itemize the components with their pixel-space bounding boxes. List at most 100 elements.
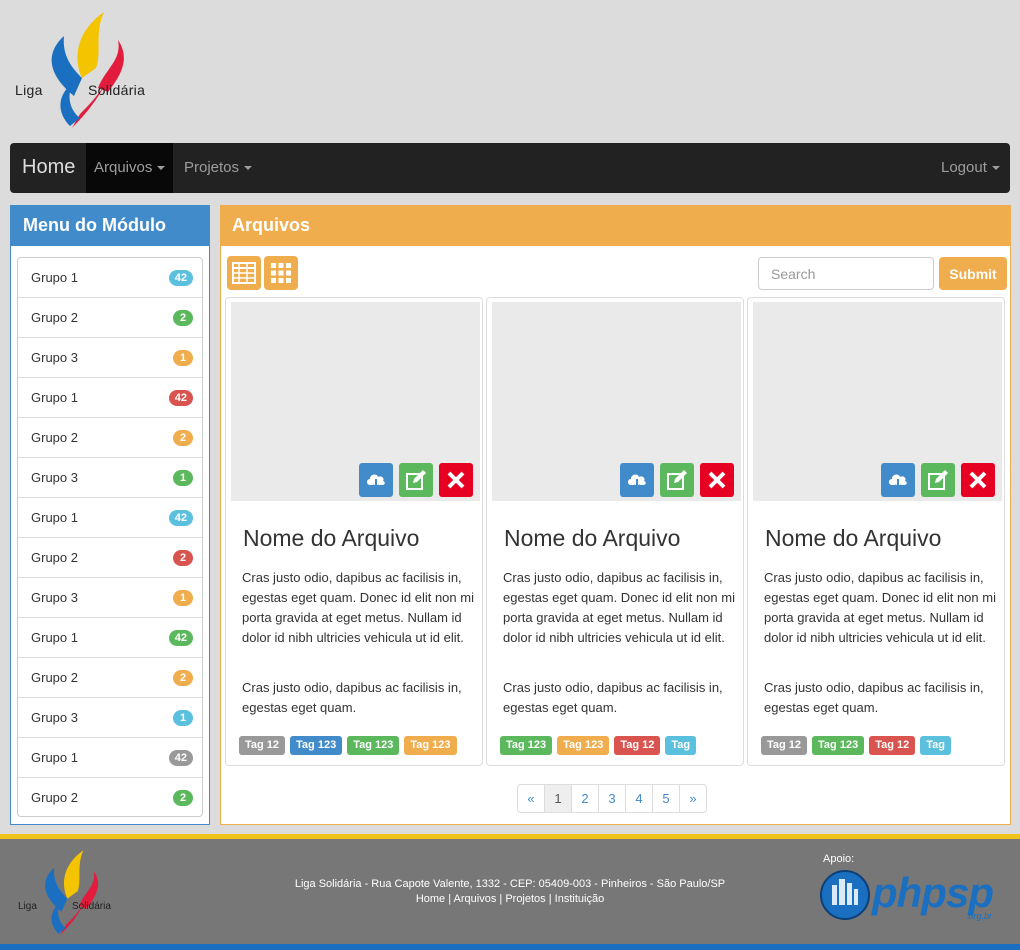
list-view-button[interactable] [227, 256, 261, 290]
nav-home-link[interactable]: Home [22, 156, 75, 179]
logo-text-right: Solidária [88, 82, 146, 98]
sidebar-item-group[interactable]: Grupo 2 2 [18, 658, 202, 698]
file-description: Cras justo odio, dapibus ac facilisis in… [503, 570, 735, 645]
submit-button[interactable]: Submit [939, 257, 1007, 290]
nav-dropdown-arquivos[interactable]: Arquivos [86, 143, 174, 193]
tag-label[interactable]: Tag 12 [761, 736, 808, 755]
delete-button[interactable] [700, 463, 734, 497]
link-separator: | [445, 893, 454, 905]
page-header: Liga Solidária [0, 0, 1020, 143]
tag-label[interactable]: Tag 123 [500, 736, 553, 755]
sidebar-item-label: Grupo 2 [31, 310, 78, 325]
download-button[interactable] [881, 463, 915, 497]
tag-label[interactable]: Tag 12 [869, 736, 916, 755]
close-icon [969, 471, 987, 489]
grid-view-icon [271, 263, 291, 283]
file-title: Nome do Arquivo [765, 525, 942, 551]
count-badge: 42 [168, 749, 193, 766]
download-button[interactable] [359, 463, 393, 497]
edit-button[interactable] [660, 463, 694, 497]
sidebar-item-label: Grupo 1 [31, 270, 78, 285]
liga-solidaria-logo[interactable]: Liga Solidária [12, 8, 162, 130]
file-card: Nome do Arquivo Cras justo odio, dapibus… [225, 297, 483, 766]
footer-link[interactable]: Projetos [505, 893, 545, 905]
sidebar-item-group[interactable]: Grupo 2 2 [18, 778, 202, 816]
link-separator: | [545, 893, 555, 905]
page-link[interactable]: 5 [652, 784, 680, 813]
sidebar-item-group[interactable]: Grupo 2 2 [18, 418, 202, 458]
download-button[interactable] [620, 463, 654, 497]
close-icon [447, 471, 465, 489]
search-input[interactable] [758, 257, 934, 290]
sidebar-item-group[interactable]: Grupo 1 42 [18, 498, 202, 538]
page-link[interactable]: 1 [544, 784, 572, 813]
link-separator: | [496, 893, 506, 905]
caret-down-icon [991, 166, 1000, 171]
count-badge: 2 [173, 549, 193, 566]
page-footer: Liga Solidária Liga Solidária - Rua Capo… [0, 839, 1020, 945]
page-link[interactable]: 4 [625, 784, 653, 813]
grid-view-button[interactable] [264, 256, 298, 290]
cloud-download-icon [889, 474, 907, 490]
next-page-button[interactable]: » [679, 784, 707, 813]
phpsp-sponsor-logo[interactable]: phpsp .org.br [818, 867, 1008, 923]
file-description-secondary: Cras justo odio, dapibus ac facilisis in… [242, 680, 462, 715]
cloud-download-icon [367, 474, 385, 490]
count-badge: 1 [173, 469, 193, 486]
sidebar-item-group[interactable]: Grupo 1 42 [18, 258, 202, 298]
pagination: «1 2 3 4 5» [517, 784, 707, 813]
delete-button[interactable] [961, 463, 995, 497]
sidebar-item-group[interactable]: Grupo 1 42 [18, 618, 202, 658]
page-link[interactable]: 2 [571, 784, 599, 813]
footer-link[interactable]: Home [416, 893, 445, 905]
sidebar-item-group[interactable]: Grupo 3 1 [18, 578, 202, 618]
count-badge: 1 [173, 589, 193, 606]
sidebar-item-group[interactable]: Grupo 3 1 [18, 338, 202, 378]
page-link[interactable]: 3 [598, 784, 626, 813]
caret-down-icon [244, 166, 253, 171]
tag-label[interactable]: Tag [920, 736, 951, 755]
tag-label[interactable]: Tag 123 [290, 736, 343, 755]
edit-button[interactable] [399, 463, 433, 497]
delete-button[interactable] [439, 463, 473, 497]
footer-link[interactable]: Instituição [555, 893, 605, 905]
table-view-icon [232, 262, 256, 284]
sidebar-item-label: Grupo 1 [31, 750, 78, 765]
cloud-download-icon [628, 474, 646, 490]
tag-label[interactable]: Tag 12 [239, 736, 286, 755]
tag-label[interactable]: Tag [665, 736, 697, 755]
phpsp-text: phpsp [872, 869, 994, 916]
count-badge: 2 [173, 789, 193, 806]
module-menu-title: Menu do Módulo [11, 206, 209, 246]
count-badge: 2 [173, 309, 193, 326]
sidebar-item-group[interactable]: Grupo 2 2 [18, 298, 202, 338]
tag-list: Tag 12 Tag 123 Tag 12 Tag [761, 736, 956, 755]
tag-label[interactable]: Tag 12 [614, 736, 661, 755]
tag-label[interactable]: Tag 123 [557, 736, 610, 755]
edit-icon [667, 470, 687, 490]
tag-label[interactable]: Tag 123 [347, 736, 400, 755]
count-badge: 42 [168, 509, 193, 526]
count-badge: 42 [168, 269, 193, 286]
sidebar-item-group[interactable]: Grupo 1 42 [18, 738, 202, 778]
sidebar-item-label: Grupo 3 [31, 710, 78, 725]
edit-button[interactable] [921, 463, 955, 497]
sidebar-item-label: Grupo 2 [31, 790, 78, 805]
nav-dropdown-logout[interactable]: Logout [933, 143, 1008, 193]
nav-dropdown-label: Logout [941, 159, 987, 176]
tag-label[interactable]: Tag 123 [404, 736, 457, 755]
arquivos-panel-title: Arquivos [221, 206, 1010, 246]
sidebar-item-group[interactable]: Grupo 3 1 [18, 458, 202, 498]
nav-dropdown-projetos[interactable]: Projetos [176, 143, 260, 193]
module-menu-list: Grupo 1 42 Grupo 2 2 Grupo 3 1 Grupo 1 42 Grupo … [17, 257, 203, 817]
tag-label[interactable]: Tag 123 [812, 736, 865, 755]
prev-page-button[interactable]: « [517, 784, 545, 813]
sidebar-item-group[interactable]: Grupo 2 2 [18, 538, 202, 578]
footer-link[interactable]: Arquivos [454, 893, 497, 905]
sidebar-item-label: Grupo 1 [31, 390, 78, 405]
phpsp-domain: .org.br [966, 911, 993, 921]
count-badge: 2 [173, 669, 193, 686]
sidebar-item-group[interactable]: Grupo 3 1 [18, 698, 202, 738]
sidebar-item-group[interactable]: Grupo 1 42 [18, 378, 202, 418]
sidebar-item-label: Grupo 1 [31, 630, 78, 645]
